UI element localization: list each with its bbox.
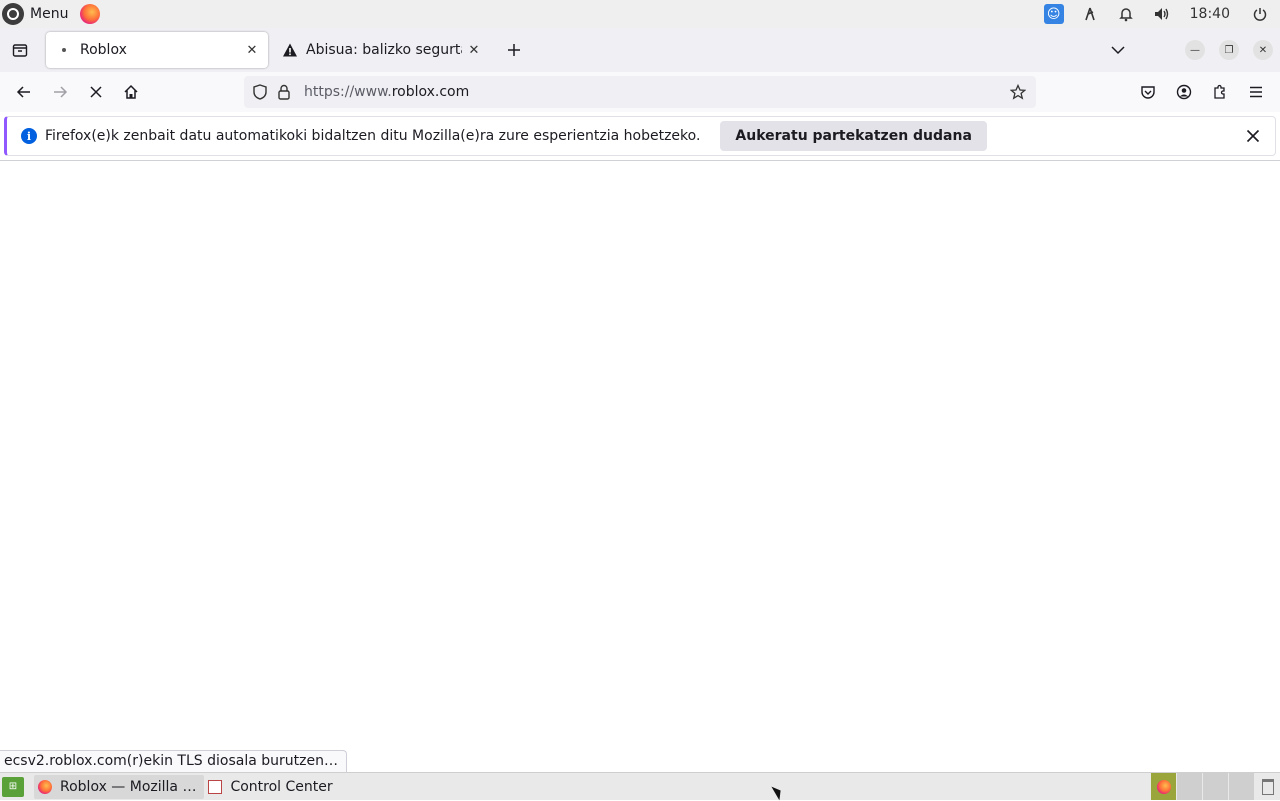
- accessibility-icon[interactable]: ☺: [1036, 0, 1072, 28]
- home-icon: [124, 84, 138, 99]
- forward-button[interactable]: [44, 76, 76, 108]
- control-center-icon: [208, 779, 223, 794]
- tab-title: Abisua: balizko segurtasu: [306, 42, 462, 58]
- url-text[interactable]: https://www.roblox.com: [304, 84, 1006, 100]
- bottom-taskbar: ⊞ Roblox — Mozilla … Control Center: [0, 772, 1280, 800]
- close-tab-icon[interactable]: ✕: [462, 38, 486, 62]
- pocket-button[interactable]: [1132, 76, 1164, 108]
- new-tab-button[interactable]: [498, 34, 530, 66]
- navigation-toolbar: https://www.roblox.com: [0, 72, 1280, 112]
- network-icon[interactable]: [1072, 0, 1108, 28]
- ubuntu-logo-icon: [2, 3, 24, 25]
- account-button[interactable]: [1168, 76, 1200, 108]
- volume-icon[interactable]: [1144, 0, 1180, 28]
- stop-loading-button[interactable]: [80, 76, 112, 108]
- power-icon[interactable]: [1240, 0, 1280, 28]
- account-icon: [1176, 84, 1192, 100]
- workspace-4[interactable]: [1228, 773, 1254, 800]
- warning-icon: [282, 42, 298, 58]
- data-reporting-notification-bar: i Firefox(e)k zenbait datu automatikoki …: [4, 116, 1276, 156]
- hamburger-icon: [1250, 86, 1262, 98]
- close-window-button[interactable]: ✕: [1253, 40, 1273, 60]
- extensions-button[interactable]: [1204, 76, 1236, 108]
- show-desktop-icon[interactable]: ⊞: [2, 776, 24, 797]
- puzzle-icon: [1214, 84, 1225, 99]
- info-icon: i: [21, 128, 37, 144]
- workspace-2[interactable]: [1176, 773, 1202, 800]
- restore-window-button[interactable]: ❐: [1219, 40, 1239, 60]
- back-button[interactable]: [8, 76, 40, 108]
- firefox-icon: [1156, 779, 1171, 794]
- plus-icon: [508, 44, 520, 56]
- app-menu-button[interactable]: Menu: [0, 0, 102, 28]
- chevron-down-icon: [1111, 46, 1125, 55]
- back-arrow-icon: [16, 86, 30, 98]
- system-top-panel: Menu ☺ 18:40: [0, 0, 1280, 28]
- firefox-view-button[interactable]: [4, 34, 36, 66]
- close-tab-icon[interactable]: ✕: [240, 38, 264, 62]
- url-domain: roblox.com: [391, 84, 470, 100]
- url-prefix: https://www.: [304, 84, 392, 100]
- choose-what-to-share-button[interactable]: Aukeratu partekatzen dudana: [720, 121, 987, 151]
- taskbar-item-label: Roblox — Mozilla …: [60, 778, 197, 795]
- trash-icon[interactable]: [1254, 773, 1280, 800]
- workspace-3[interactable]: [1202, 773, 1228, 800]
- status-panel-text: ecsv2.roblox.com(r)ekin TLS diosala buru…: [0, 750, 347, 772]
- tab-roblox[interactable]: Roblox ✕: [46, 32, 268, 68]
- close-notification-icon[interactable]: [1239, 122, 1267, 150]
- firefox-icon: [38, 779, 52, 794]
- bookmark-star-icon[interactable]: [1006, 76, 1030, 108]
- minimize-window-button[interactable]: —: [1185, 40, 1205, 60]
- firefox-launcher-icon[interactable]: [80, 4, 101, 24]
- workspace-1[interactable]: [1150, 773, 1176, 800]
- loading-dot-icon: [56, 42, 72, 58]
- app-menu-hamburger-button[interactable]: [1240, 76, 1272, 108]
- taskbar-item-label: Control Center: [230, 778, 333, 795]
- tab-warning[interactable]: Abisua: balizko segurtasu ✕: [272, 32, 490, 68]
- stop-icon: [90, 86, 102, 98]
- app-menu-label: Menu: [30, 6, 69, 22]
- notification-message: Firefox(e)k zenbait datu automatikoki bi…: [45, 128, 701, 144]
- bell-icon[interactable]: [1108, 0, 1144, 28]
- tab-strip: Roblox ✕ Abisua: balizko segurtasu ✕ — ❐…: [0, 28, 1280, 72]
- workspace-switcher: [1150, 773, 1280, 801]
- firefox-view-icon: [12, 44, 28, 57]
- lock-icon[interactable]: [272, 76, 296, 108]
- pocket-icon: [1141, 86, 1155, 99]
- url-bar[interactable]: https://www.roblox.com: [244, 76, 1036, 108]
- page-content-area[interactable]: [0, 161, 1280, 750]
- tab-title: Roblox: [80, 42, 127, 58]
- taskbar-item-firefox[interactable]: Roblox — Mozilla …: [34, 774, 205, 799]
- list-all-tabs-button[interactable]: [1102, 34, 1134, 66]
- clock[interactable]: 18:40: [1180, 6, 1240, 22]
- forward-arrow-icon: [54, 86, 68, 98]
- taskbar-item-control-center[interactable]: Control Center: [208, 775, 340, 799]
- home-button[interactable]: [115, 76, 147, 108]
- tracking-protection-shield-icon[interactable]: [248, 76, 272, 108]
